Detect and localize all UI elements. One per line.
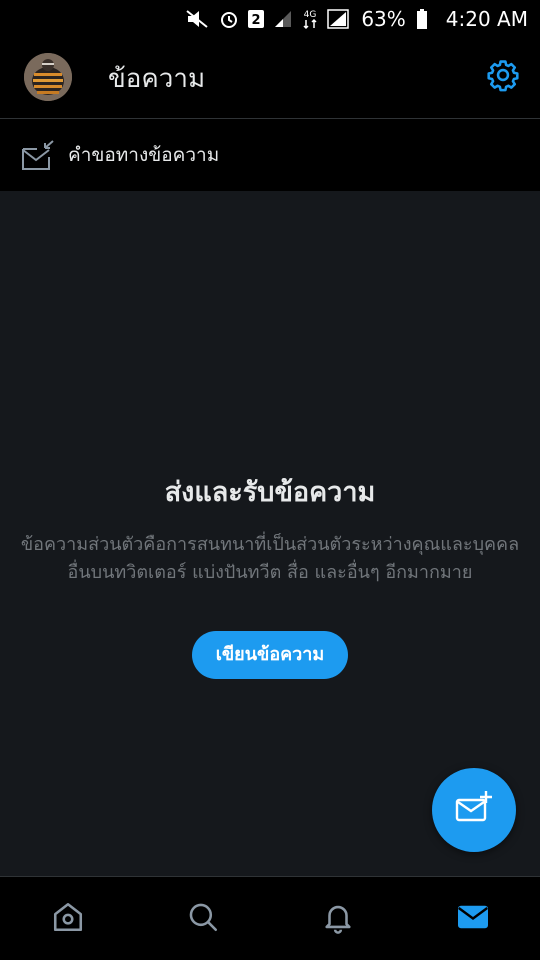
bell-icon — [321, 900, 355, 938]
mute-icon — [185, 9, 211, 29]
messages-screen: 2 4G 63% 4:20 AM ข้อความ คำขอทางข้อความ … — [0, 0, 540, 960]
new-message-fab[interactable] — [432, 768, 516, 852]
mail-icon — [455, 899, 491, 939]
signal-icon — [327, 9, 350, 29]
header: ข้อความ — [0, 38, 540, 119]
empty-state-description: ข้อความส่วนตัวคือการสนทนาที่เป็นส่วนตัวร… — [20, 534, 520, 583]
nav-home[interactable] — [38, 889, 98, 949]
message-requests-label: คำขอทางข้อความ — [68, 144, 220, 166]
page-title: ข้อความ — [108, 64, 206, 94]
nav-notifications[interactable] — [308, 889, 368, 949]
bottom-navigation — [0, 876, 540, 960]
status-icons: 2 4G 63% 4:20 AM — [185, 7, 528, 31]
message-requests-row[interactable]: คำขอทางข้อความ — [0, 119, 540, 191]
clock: 4:20 AM — [445, 7, 528, 31]
empty-state: ส่งและรับข้อความ ข้อความส่วนตัวคือการสนท… — [0, 470, 540, 679]
search-icon — [186, 900, 220, 938]
user-avatar[interactable] — [24, 53, 72, 101]
envelope-arrow-icon — [20, 137, 56, 173]
alarm-icon — [219, 9, 239, 29]
home-icon — [51, 900, 85, 938]
gear-icon — [486, 58, 520, 96]
battery-icon — [416, 9, 428, 29]
nav-messages[interactable] — [443, 889, 503, 949]
network-4g-icon: 4G — [301, 8, 319, 30]
empty-state-title: ส่งและรับข้อความ — [164, 477, 376, 508]
write-message-button[interactable]: เขียนข้อความ — [191, 631, 349, 679]
settings-button[interactable] — [484, 58, 522, 96]
network-label: 4G — [304, 10, 317, 20]
battery-percent: 63% — [361, 7, 406, 31]
signal-weak-icon — [273, 9, 293, 29]
compose-mail-icon — [454, 790, 494, 830]
notification-badge-count: 2 — [252, 13, 261, 28]
nav-search[interactable] — [173, 889, 233, 949]
status-bar: 2 4G 63% 4:20 AM — [0, 0, 540, 38]
notification-badge-icon: 2 — [247, 9, 265, 29]
